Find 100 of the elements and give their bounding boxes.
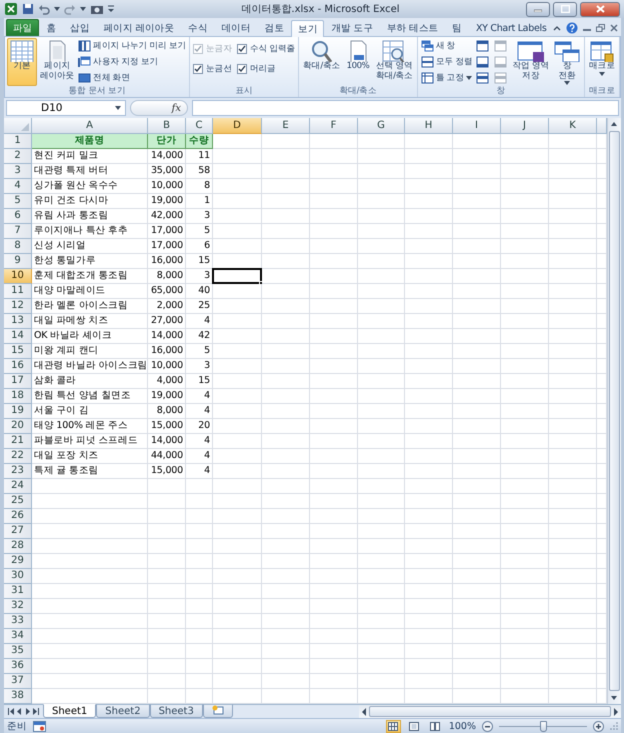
column-header[interactable]: D xyxy=(213,118,262,134)
row-header[interactable]: 36 xyxy=(4,659,32,674)
row-header[interactable]: 25 xyxy=(4,494,32,509)
row-header[interactable]: 12 xyxy=(4,299,32,314)
redo-button[interactable] xyxy=(64,2,76,16)
ribbon-tab[interactable]: 수식 xyxy=(181,19,215,36)
row-header[interactable]: 3 xyxy=(4,164,32,179)
ribbon-tab[interactable]: 페이지 레이아웃 xyxy=(96,19,182,36)
row-header[interactable]: 9 xyxy=(4,254,32,269)
ribbon-button[interactable]: 전체 화면 xyxy=(77,70,188,85)
ribbon-tab[interactable]: 데이터 xyxy=(214,19,258,36)
sheet-tab[interactable]: Sheet2 xyxy=(96,704,150,718)
ribbon-tab[interactable]: 부하 테스트 xyxy=(380,19,446,36)
row-header[interactable]: 33 xyxy=(4,614,32,629)
row-header[interactable]: 8 xyxy=(4,239,32,254)
row-header[interactable]: 27 xyxy=(4,524,32,539)
ribbon-button[interactable]: 사용자 지정 보기 xyxy=(77,54,188,69)
column-header[interactable]: E xyxy=(262,118,310,134)
column-header[interactable]: G xyxy=(358,118,405,134)
zoom-level[interactable]: 100% xyxy=(448,720,476,732)
ribbon-tab[interactable]: 삽입 xyxy=(63,19,97,36)
close-button[interactable] xyxy=(580,2,620,16)
column-header[interactable]: B xyxy=(148,118,186,134)
row-header[interactable]: 14 xyxy=(4,329,32,344)
row-header[interactable]: 30 xyxy=(4,569,32,584)
row-header[interactable]: 4 xyxy=(4,179,32,194)
row-header[interactable]: 18 xyxy=(4,389,32,404)
row-header[interactable]: 29 xyxy=(4,554,32,569)
row-header[interactable]: 16 xyxy=(4,359,32,374)
ribbon-tab[interactable]: 팀 xyxy=(445,19,469,36)
ribbon-button[interactable]: 페이지 나누기 미리 보기 xyxy=(77,38,188,53)
zoom-slider[interactable] xyxy=(499,720,587,732)
column-header[interactable]: J xyxy=(501,118,549,134)
row-header[interactable]: 13 xyxy=(4,314,32,329)
row-header[interactable]: 37 xyxy=(4,674,32,689)
ribbon-button[interactable]: 확대/축소 xyxy=(301,38,342,74)
checkbox[interactable] xyxy=(236,44,247,54)
row-header[interactable]: 15 xyxy=(4,344,32,359)
caret-icon xyxy=(108,5,114,13)
slider-thumb[interactable] xyxy=(540,720,547,732)
column-header[interactable]: K xyxy=(549,118,597,134)
name-box[interactable]: D10 xyxy=(6,100,126,116)
ribbon-button[interactable]: 틀 고정 xyxy=(420,70,474,85)
vertical-scrollbar[interactable] xyxy=(607,118,621,704)
ribbon-tab[interactable]: 보기 xyxy=(291,20,324,37)
view-button[interactable] xyxy=(386,720,401,732)
horizontal-scrollbar[interactable] xyxy=(359,705,621,718)
row-header[interactable]: 26 xyxy=(4,509,32,524)
ribbon-tab[interactable]: XY Chart Labels xyxy=(468,19,554,36)
view-button[interactable] xyxy=(428,720,443,732)
maximize-button[interactable] xyxy=(553,2,577,16)
column-header[interactable]: H xyxy=(405,118,453,134)
row-header[interactable]: 6 xyxy=(4,209,32,224)
ribbon-tab[interactable]: 검토 xyxy=(258,19,292,36)
row-header[interactable]: 19 xyxy=(4,404,32,419)
column-header[interactable]: I xyxy=(453,118,501,134)
column-header[interactable]: A xyxy=(32,118,148,134)
row-header[interactable]: 34 xyxy=(4,629,32,644)
ribbon-button[interactable]: 선택 영역 확대/축소 xyxy=(374,38,415,83)
row-header[interactable]: 35 xyxy=(4,644,32,659)
view-button[interactable] xyxy=(406,720,422,732)
row-header[interactable]: 2 xyxy=(4,149,32,164)
row-header[interactable]: 1 xyxy=(4,134,32,149)
ribbon-tab[interactable]: 홈 xyxy=(39,19,64,36)
row-header[interactable]: 21 xyxy=(4,434,32,449)
checkbox[interactable] xyxy=(236,64,247,74)
row-header[interactable]: 23 xyxy=(4,464,32,479)
sheet-tab[interactable]: Sheet1 xyxy=(43,704,96,718)
formula-field[interactable] xyxy=(192,100,619,116)
ribbon-button[interactable]: 창 전환 xyxy=(552,38,582,87)
ribbon-button[interactable]: 새 창 xyxy=(420,38,474,53)
row-header[interactable]: 17 xyxy=(4,374,32,389)
row-header[interactable]: 24 xyxy=(4,479,32,494)
ribbon-button[interactable]: 기본 xyxy=(7,38,37,86)
sheet-tab[interactable]: Sheet3 xyxy=(150,704,203,718)
save-button[interactable] xyxy=(22,2,34,16)
row-header[interactable]: 31 xyxy=(4,584,32,599)
column-header[interactable]: C xyxy=(186,118,213,134)
row-header[interactable]: 22 xyxy=(4,449,32,464)
row-header[interactable]: 28 xyxy=(4,539,32,554)
row-header[interactable]: 7 xyxy=(4,224,32,239)
ribbon-button[interactable]: 100% xyxy=(342,38,373,74)
function-label[interactable]: fx xyxy=(172,102,181,114)
formula-bar-handle[interactable]: fx xyxy=(130,100,188,116)
row-header[interactable]: 38 xyxy=(4,689,32,704)
ribbon-button[interactable]: 모두 정렬 xyxy=(420,54,474,69)
row-header[interactable]: 20 xyxy=(4,419,32,434)
row-header[interactable]: 32 xyxy=(4,599,32,614)
row-header[interactable]: 10 xyxy=(4,269,32,284)
ribbon-button[interactable]: 작업 영역 저장 xyxy=(510,38,552,83)
row-header[interactable]: 5 xyxy=(4,194,32,209)
column-header[interactable]: F xyxy=(310,118,358,134)
ribbon-button[interactable]: 매크로 xyxy=(587,38,617,78)
row-header[interactable]: 11 xyxy=(4,284,32,299)
ribbon-tab[interactable]: 파일 xyxy=(6,19,40,36)
ribbon-tab[interactable]: 개발 도구 xyxy=(324,19,380,36)
insert-sheet-button[interactable] xyxy=(202,704,233,718)
ribbon-button[interactable]: 페이지 레이아웃 xyxy=(38,38,76,83)
checkbox[interactable] xyxy=(193,64,204,74)
minimize-button[interactable] xyxy=(526,2,550,16)
